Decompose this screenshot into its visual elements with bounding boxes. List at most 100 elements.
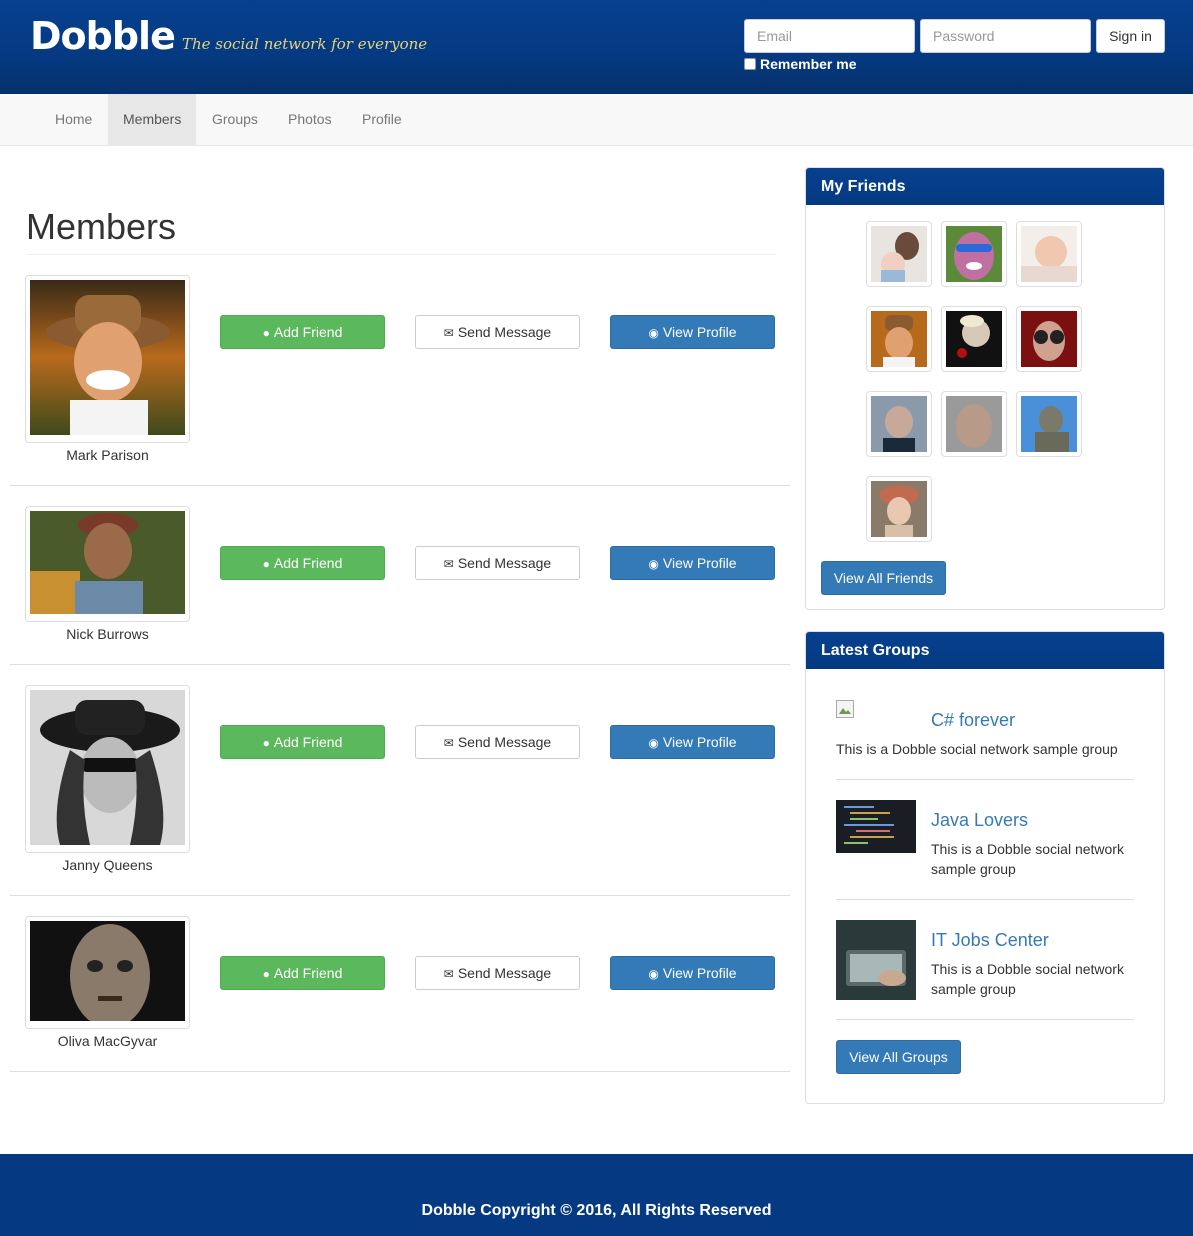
user-icon: ● bbox=[262, 326, 270, 340]
friend-photo bbox=[871, 396, 927, 452]
friend-thumbnail[interactable] bbox=[1016, 391, 1082, 457]
send-message-button[interactable]: ✉ Send Message bbox=[415, 956, 580, 990]
nav-item-profile[interactable]: Profile bbox=[347, 94, 417, 145]
member-name[interactable]: Mark Parison bbox=[25, 447, 190, 463]
add-friend-button[interactable]: ● Add Friend bbox=[220, 956, 385, 990]
envelope-icon: ✉ bbox=[443, 736, 454, 750]
member-photo bbox=[30, 690, 185, 845]
friend-thumbnail[interactable] bbox=[1016, 221, 1082, 287]
eye-icon: ◉ bbox=[648, 736, 659, 750]
member-divider bbox=[10, 664, 790, 665]
add-friend-button[interactable]: ● Add Friend bbox=[220, 315, 385, 349]
send-message-button[interactable]: ✉ Send Message bbox=[415, 546, 580, 580]
friend-thumbnail[interactable] bbox=[941, 221, 1007, 287]
friend-photo bbox=[871, 311, 927, 367]
add-friend-label: Add Friend bbox=[273, 555, 343, 571]
main-nav: Home Members Groups Photos Profile bbox=[0, 94, 1193, 146]
site-footer: Dobble Copyright © 2016, All Rights Rese… bbox=[0, 1154, 1193, 1236]
member-divider bbox=[10, 1071, 790, 1072]
friend-thumbnail[interactable] bbox=[941, 306, 1007, 372]
friend-photo bbox=[871, 481, 927, 537]
password-input[interactable]: Password bbox=[920, 19, 1091, 53]
send-message-label: Send Message bbox=[457, 734, 552, 750]
view-profile-button[interactable]: ◉ View Profile bbox=[610, 725, 775, 759]
broken-image-icon bbox=[836, 700, 854, 718]
add-friend-label: Add Friend bbox=[273, 965, 343, 981]
add-friend-button[interactable]: ● Add Friend bbox=[220, 546, 385, 580]
latest-groups-panel: Latest Groups C# forever This is a Dobbl… bbox=[805, 631, 1165, 1104]
remember-me[interactable]: Remember me bbox=[744, 56, 857, 72]
send-message-label: Send Message bbox=[457, 965, 552, 981]
member-photo bbox=[30, 280, 185, 435]
group-divider bbox=[836, 1019, 1134, 1020]
remember-me-label: Remember me bbox=[760, 56, 857, 72]
friend-thumbnail[interactable] bbox=[1016, 306, 1082, 372]
member-photo bbox=[30, 921, 185, 1028]
group-description: This is a Dobble social network sample g… bbox=[836, 741, 1118, 757]
add-friend-label: Add Friend bbox=[273, 324, 343, 340]
group-image[interactable] bbox=[836, 800, 916, 853]
member-photo bbox=[30, 511, 185, 614]
friend-thumbnail[interactable] bbox=[866, 476, 932, 542]
view-all-friends-button[interactable]: View All Friends bbox=[821, 561, 946, 595]
view-profile-button[interactable]: ◉ View Profile bbox=[610, 315, 775, 349]
member-photo-frame[interactable] bbox=[25, 916, 190, 1029]
member-divider bbox=[10, 485, 790, 486]
site-tagline: The social network for everyone bbox=[182, 35, 428, 53]
eye-icon: ◉ bbox=[648, 557, 659, 571]
member-photo-frame[interactable] bbox=[25, 275, 190, 443]
member-photo-frame[interactable] bbox=[25, 506, 190, 622]
view-profile-label: View Profile bbox=[662, 965, 737, 981]
friend-photo bbox=[1021, 311, 1077, 367]
friend-thumbnail[interactable] bbox=[941, 391, 1007, 457]
user-icon: ● bbox=[262, 736, 270, 750]
friend-photo bbox=[1021, 396, 1077, 452]
friend-photo bbox=[871, 226, 927, 282]
view-profile-label: View Profile bbox=[662, 555, 737, 571]
page-title: Members bbox=[26, 206, 177, 247]
my-friends-panel: My Friends View All Friends bbox=[805, 167, 1165, 610]
friend-thumbnail[interactable] bbox=[866, 391, 932, 457]
view-profile-label: View Profile bbox=[662, 324, 737, 340]
view-all-groups-button[interactable]: View All Groups bbox=[836, 1040, 961, 1074]
member-name[interactable]: Nick Burrows bbox=[25, 626, 190, 642]
send-message-button[interactable]: ✉ Send Message bbox=[415, 725, 580, 759]
title-divider bbox=[26, 254, 776, 255]
nav-item-home[interactable]: Home bbox=[40, 94, 107, 145]
member-photo-frame[interactable] bbox=[25, 685, 190, 853]
view-profile-button[interactable]: ◉ View Profile bbox=[610, 546, 775, 580]
group-title[interactable]: C# forever bbox=[931, 710, 1015, 731]
email-input[interactable]: Email bbox=[744, 19, 915, 53]
site-logo[interactable]: Dobble bbox=[30, 14, 176, 58]
group-title[interactable]: IT Jobs Center bbox=[931, 930, 1049, 951]
friend-photo bbox=[946, 396, 1002, 452]
nav-item-photos[interactable]: Photos bbox=[273, 94, 347, 145]
add-friend-button[interactable]: ● Add Friend bbox=[220, 725, 385, 759]
nav-item-members[interactable]: Members bbox=[108, 94, 197, 145]
envelope-icon: ✉ bbox=[443, 967, 454, 981]
copyright-text: Dobble Copyright © 2016, All Rights Rese… bbox=[421, 1202, 772, 1219]
user-icon: ● bbox=[262, 967, 270, 981]
group-image[interactable] bbox=[836, 920, 916, 1000]
friend-photo bbox=[946, 226, 1002, 282]
member-name[interactable]: Janny Queens bbox=[25, 857, 190, 873]
friend-photo bbox=[946, 311, 1002, 367]
group-title[interactable]: Java Lovers bbox=[931, 810, 1028, 831]
group-divider bbox=[836, 899, 1134, 900]
send-message-label: Send Message bbox=[457, 555, 552, 571]
view-profile-button[interactable]: ◉ View Profile bbox=[610, 956, 775, 990]
user-icon: ● bbox=[262, 557, 270, 571]
nav-item-groups[interactable]: Groups bbox=[197, 94, 273, 145]
remember-me-checkbox[interactable] bbox=[744, 58, 756, 70]
group-divider bbox=[836, 779, 1134, 780]
friend-thumbnail[interactable] bbox=[866, 306, 932, 372]
eye-icon: ◉ bbox=[648, 326, 659, 340]
site-header: Dobble The social network for everyone E… bbox=[0, 0, 1193, 94]
sign-in-button[interactable]: Sign in bbox=[1096, 19, 1165, 53]
send-message-label: Send Message bbox=[457, 324, 552, 340]
member-name[interactable]: Oliva MacGyvar bbox=[25, 1033, 190, 1049]
latest-groups-title: Latest Groups bbox=[806, 632, 1164, 669]
send-message-button[interactable]: ✉ Send Message bbox=[415, 315, 580, 349]
my-friends-title: My Friends bbox=[806, 168, 1164, 205]
friend-thumbnail[interactable] bbox=[866, 221, 932, 287]
